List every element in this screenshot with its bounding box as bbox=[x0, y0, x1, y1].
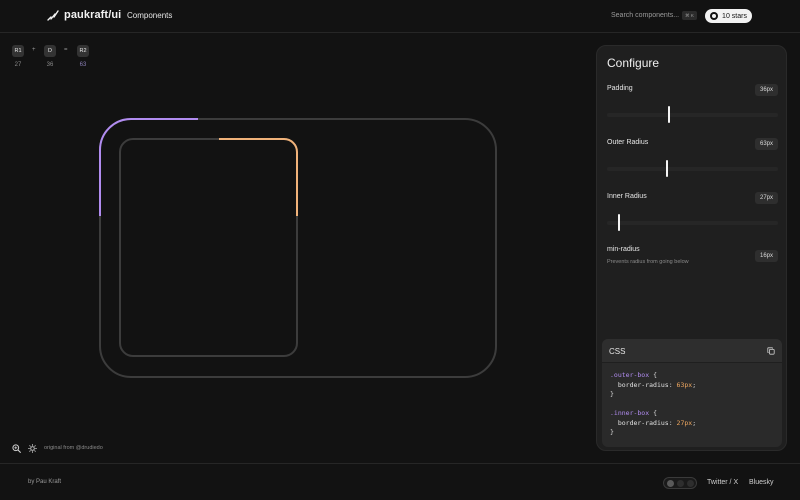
inner-radius-value: 27px bbox=[755, 192, 778, 204]
theme-light-icon[interactable] bbox=[677, 480, 684, 487]
css-output: CSS .outer-box { border-radius: 63px; } … bbox=[602, 339, 782, 447]
configure-panel: Configure Padding 36px Outer Radius 63px… bbox=[596, 45, 787, 451]
theme-dark-icon[interactable] bbox=[687, 480, 694, 487]
copy-icon[interactable] bbox=[767, 347, 775, 355]
theme-system-icon[interactable] bbox=[667, 480, 674, 487]
search-shortcut: ⌘ K bbox=[682, 11, 697, 20]
search-button[interactable]: Search components... bbox=[611, 12, 679, 19]
outer-radius-label: Outer Radius bbox=[607, 139, 649, 146]
inner-radius-label: Inner Radius bbox=[607, 193, 647, 200]
padding-slider[interactable] bbox=[607, 106, 778, 123]
bluesky-link[interactable]: Bluesky bbox=[749, 479, 774, 486]
outer-radius-slider[interactable] bbox=[607, 160, 778, 177]
inner-val: 27px bbox=[676, 418, 693, 427]
github-icon bbox=[710, 12, 719, 20]
footer: by Pau Kraft Twitter / X Bluesky bbox=[0, 463, 800, 500]
github-stars-button[interactable]: 10 stars bbox=[705, 9, 752, 23]
inner-radius-slider-thumb[interactable] bbox=[617, 214, 620, 231]
brace-close-2: } bbox=[610, 428, 614, 436]
twitter-link[interactable]: Twitter / X bbox=[707, 479, 738, 486]
inner-prop: border-radius bbox=[617, 418, 669, 427]
padding-value: 36px bbox=[755, 84, 778, 96]
author-byline[interactable]: by Pau Kraft bbox=[28, 479, 61, 485]
inner-selector: .inner-box bbox=[610, 409, 650, 417]
sun-icon[interactable] bbox=[28, 444, 37, 453]
credit-link[interactable]: original from @drudiedo bbox=[44, 445, 103, 451]
css-header: CSS bbox=[602, 339, 782, 363]
panel-title: Configure bbox=[607, 56, 660, 70]
padding-slider-thumb[interactable] bbox=[667, 106, 670, 123]
zoom-icon[interactable] bbox=[12, 444, 21, 453]
min-radius-label: min-radius bbox=[607, 246, 640, 253]
css-code: .outer-box { border-radius: 63px; } .inn… bbox=[610, 371, 697, 436]
brace-open-2: { bbox=[653, 409, 657, 417]
preview-canvas bbox=[99, 118, 497, 378]
min-radius-value[interactable]: 16px bbox=[755, 250, 778, 262]
outer-radius-value: 63px bbox=[755, 138, 778, 150]
outer-selector: .outer-box bbox=[610, 371, 650, 379]
outer-val: 63px bbox=[676, 380, 693, 389]
outer-prop: border-radius bbox=[617, 380, 669, 389]
outer-radius-highlight bbox=[99, 118, 198, 216]
css-title: CSS bbox=[609, 347, 626, 356]
padding-label: Padding bbox=[607, 85, 633, 92]
inner-radius-slider[interactable] bbox=[607, 214, 778, 231]
inner-box bbox=[119, 138, 298, 357]
inner-radius-highlight bbox=[219, 138, 298, 216]
brace-open-1: { bbox=[653, 371, 657, 379]
min-radius-description: Prevents radius from going below bbox=[607, 259, 689, 265]
outer-radius-slider-thumb[interactable] bbox=[665, 160, 668, 177]
github-stars-label: 10 stars bbox=[722, 12, 747, 20]
brace-close-1: } bbox=[610, 390, 614, 398]
theme-switcher[interactable] bbox=[663, 477, 697, 489]
